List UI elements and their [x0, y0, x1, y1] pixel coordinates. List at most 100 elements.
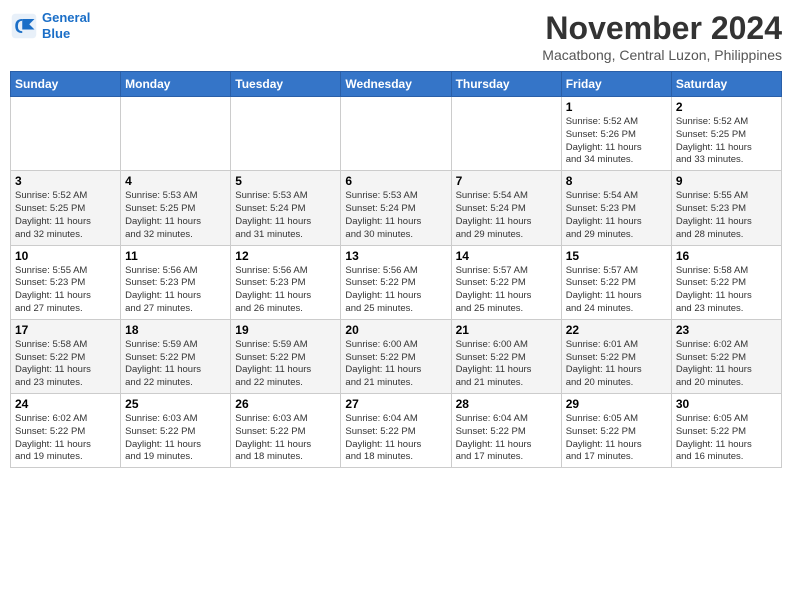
day-number: 8 — [566, 174, 667, 188]
calendar-week-5: 24 Sunrise: 6:02 AM Sunset: 5:22 PM Dayli… — [11, 394, 782, 468]
day-info: Sunrise: 6:04 AM Sunset: 5:22 PM Dayligh… — [345, 413, 446, 464]
logo-icon — [10, 12, 38, 40]
day-number: 6 — [345, 174, 446, 188]
day-number: 5 — [235, 174, 336, 188]
day-info: Sunrise: 5:52 AM Sunset: 5:26 PM Dayligh… — [566, 116, 667, 167]
calendar-cell: 23 Sunrise: 6:02 AM Sunset: 5:22 PM Dayli… — [671, 319, 781, 393]
day-info: Sunrise: 6:03 AM Sunset: 5:22 PM Dayligh… — [235, 413, 336, 464]
weekday-header-tuesday: Tuesday — [231, 72, 341, 97]
calendar-cell — [341, 97, 451, 171]
day-number: 14 — [456, 249, 557, 263]
day-info: Sunrise: 5:57 AM Sunset: 5:22 PM Dayligh… — [456, 265, 557, 316]
day-number: 13 — [345, 249, 446, 263]
calendar-cell: 21 Sunrise: 6:00 AM Sunset: 5:22 PM Dayli… — [451, 319, 561, 393]
day-info: Sunrise: 5:52 AM Sunset: 5:25 PM Dayligh… — [676, 116, 777, 167]
day-number: 1 — [566, 100, 667, 114]
day-number: 29 — [566, 397, 667, 411]
day-number: 15 — [566, 249, 667, 263]
weekday-header-wednesday: Wednesday — [341, 72, 451, 97]
calendar-cell: 1 Sunrise: 5:52 AM Sunset: 5:26 PM Daylig… — [561, 97, 671, 171]
calendar-cell: 28Sunrise: 6:04 AM Sunset: 5:22 PM Dayli… — [451, 394, 561, 468]
calendar-cell: 9 Sunrise: 5:55 AM Sunset: 5:23 PM Daylig… — [671, 171, 781, 245]
calendar-cell: 10Sunrise: 5:55 AM Sunset: 5:23 PM Dayli… — [11, 245, 121, 319]
calendar-cell: 14 Sunrise: 5:57 AM Sunset: 5:22 PM Dayli… — [451, 245, 561, 319]
day-number: 26 — [235, 397, 336, 411]
calendar-header: SundayMondayTuesdayWednesdayThursdayFrid… — [11, 72, 782, 97]
calendar-cell — [231, 97, 341, 171]
day-number: 20 — [345, 323, 446, 337]
calendar-cell: 2 Sunrise: 5:52 AM Sunset: 5:25 PM Daylig… — [671, 97, 781, 171]
day-number: 25 — [125, 397, 226, 411]
page-header: General Blue November 2024 Macatbong, Ce… — [10, 10, 782, 63]
day-number: 18 — [125, 323, 226, 337]
day-number: 2 — [676, 100, 777, 114]
logo: General Blue — [10, 10, 90, 41]
day-info: Sunrise: 6:00 AM Sunset: 5:22 PM Dayligh… — [456, 339, 557, 390]
calendar-table: SundayMondayTuesdayWednesdayThursdayFrid… — [10, 71, 782, 468]
day-info: Sunrise: 6:00 AM Sunset: 5:22 PM Dayligh… — [345, 339, 446, 390]
weekday-header-saturday: Saturday — [671, 72, 781, 97]
day-info: Sunrise: 5:59 AM Sunset: 5:22 PM Dayligh… — [235, 339, 336, 390]
day-info: Sunrise: 6:03 AM Sunset: 5:22 PM Dayligh… — [125, 413, 226, 464]
calendar-cell: 22Sunrise: 6:01 AM Sunset: 5:22 PM Dayli… — [561, 319, 671, 393]
calendar-cell: 20 Sunrise: 6:00 AM Sunset: 5:22 PM Dayli… — [341, 319, 451, 393]
location-subtitle: Macatbong, Central Luzon, Philippines — [542, 47, 782, 63]
day-number: 16 — [676, 249, 777, 263]
calendar-cell: 29Sunrise: 6:05 AM Sunset: 5:22 PM Dayli… — [561, 394, 671, 468]
calendar-cell: 18Sunrise: 5:59 AM Sunset: 5:22 PM Dayli… — [121, 319, 231, 393]
logo-text: General Blue — [42, 10, 90, 41]
day-info: Sunrise: 5:55 AM Sunset: 5:23 PM Dayligh… — [676, 190, 777, 241]
day-number: 23 — [676, 323, 777, 337]
calendar-cell — [121, 97, 231, 171]
calendar-cell: 16 Sunrise: 5:58 AM Sunset: 5:22 PM Dayli… — [671, 245, 781, 319]
calendar-cell — [451, 97, 561, 171]
day-info: Sunrise: 5:53 AM Sunset: 5:24 PM Dayligh… — [345, 190, 446, 241]
day-info: Sunrise: 5:56 AM Sunset: 5:23 PM Dayligh… — [125, 265, 226, 316]
day-number: 10 — [15, 249, 116, 263]
day-number: 24 — [15, 397, 116, 411]
day-number: 21 — [456, 323, 557, 337]
day-info: Sunrise: 5:52 AM Sunset: 5:25 PM Dayligh… — [15, 190, 116, 241]
day-info: Sunrise: 5:54 AM Sunset: 5:24 PM Dayligh… — [456, 190, 557, 241]
day-info: Sunrise: 5:53 AM Sunset: 5:25 PM Dayligh… — [125, 190, 226, 241]
day-number: 11 — [125, 249, 226, 263]
day-number: 9 — [676, 174, 777, 188]
calendar-cell: 26 Sunrise: 6:03 AM Sunset: 5:22 PM Dayli… — [231, 394, 341, 468]
day-number: 19 — [235, 323, 336, 337]
day-number: 3 — [15, 174, 116, 188]
day-number: 12 — [235, 249, 336, 263]
calendar-cell — [11, 97, 121, 171]
day-info: Sunrise: 6:01 AM Sunset: 5:22 PM Dayligh… — [566, 339, 667, 390]
day-info: Sunrise: 5:56 AM Sunset: 5:22 PM Dayligh… — [345, 265, 446, 316]
day-info: Sunrise: 6:05 AM Sunset: 5:22 PM Dayligh… — [676, 413, 777, 464]
day-info: Sunrise: 5:57 AM Sunset: 5:22 PM Dayligh… — [566, 265, 667, 316]
weekday-header-friday: Friday — [561, 72, 671, 97]
calendar-cell: 8 Sunrise: 5:54 AM Sunset: 5:23 PM Daylig… — [561, 171, 671, 245]
day-info: Sunrise: 5:53 AM Sunset: 5:24 PM Dayligh… — [235, 190, 336, 241]
day-info: Sunrise: 5:58 AM Sunset: 5:22 PM Dayligh… — [676, 265, 777, 316]
day-number: 30 — [676, 397, 777, 411]
day-number: 4 — [125, 174, 226, 188]
calendar-cell: 4 Sunrise: 5:53 AM Sunset: 5:25 PM Daylig… — [121, 171, 231, 245]
calendar-cell: 27Sunrise: 6:04 AM Sunset: 5:22 PM Dayli… — [341, 394, 451, 468]
calendar-cell: 25 Sunrise: 6:03 AM Sunset: 5:22 PM Dayli… — [121, 394, 231, 468]
day-info: Sunrise: 5:58 AM Sunset: 5:22 PM Dayligh… — [15, 339, 116, 390]
weekday-row: SundayMondayTuesdayWednesdayThursdayFrid… — [11, 72, 782, 97]
weekday-header-sunday: Sunday — [11, 72, 121, 97]
calendar-week-3: 10Sunrise: 5:55 AM Sunset: 5:23 PM Dayli… — [11, 245, 782, 319]
day-info: Sunrise: 6:02 AM Sunset: 5:22 PM Dayligh… — [676, 339, 777, 390]
calendar-cell: 7 Sunrise: 5:54 AM Sunset: 5:24 PM Daylig… — [451, 171, 561, 245]
weekday-header-thursday: Thursday — [451, 72, 561, 97]
calendar-cell: 17Sunrise: 5:58 AM Sunset: 5:22 PM Dayli… — [11, 319, 121, 393]
calendar-week-2: 3 Sunrise: 5:52 AM Sunset: 5:25 PM Daylig… — [11, 171, 782, 245]
calendar-body: 1 Sunrise: 5:52 AM Sunset: 5:26 PM Daylig… — [11, 97, 782, 468]
calendar-cell: 19 Sunrise: 5:59 AM Sunset: 5:22 PM Dayli… — [231, 319, 341, 393]
calendar-cell: 6 Sunrise: 5:53 AM Sunset: 5:24 PM Daylig… — [341, 171, 451, 245]
calendar-week-1: 1 Sunrise: 5:52 AM Sunset: 5:26 PM Daylig… — [11, 97, 782, 171]
day-info: Sunrise: 5:54 AM Sunset: 5:23 PM Dayligh… — [566, 190, 667, 241]
day-number: 7 — [456, 174, 557, 188]
calendar-cell: 5 Sunrise: 5:53 AM Sunset: 5:24 PM Daylig… — [231, 171, 341, 245]
day-info: Sunrise: 6:02 AM Sunset: 5:22 PM Dayligh… — [15, 413, 116, 464]
day-info: Sunrise: 5:56 AM Sunset: 5:23 PM Dayligh… — [235, 265, 336, 316]
title-block: November 2024 Macatbong, Central Luzon, … — [542, 10, 782, 63]
